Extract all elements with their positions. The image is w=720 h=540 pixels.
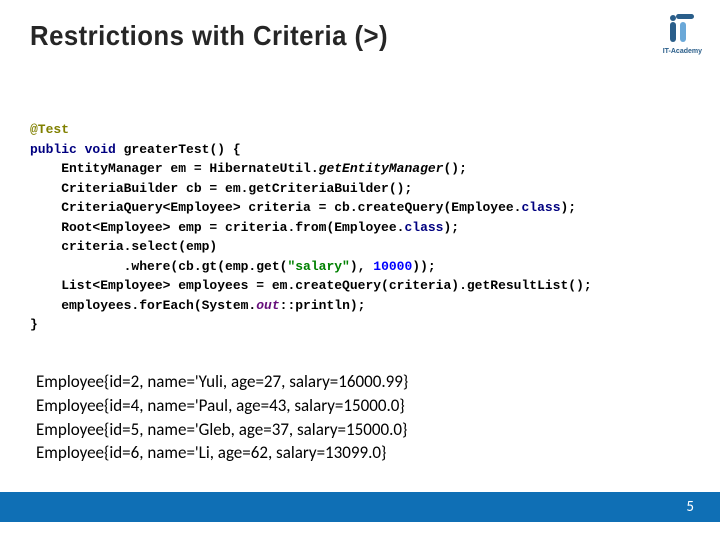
- code-text: greaterTest() {: [124, 142, 241, 157]
- code-text: );: [443, 220, 459, 235]
- code-text: ));: [412, 259, 435, 274]
- it-academy-icon: [665, 12, 699, 46]
- footer-bar: [0, 492, 720, 522]
- output-line: Employee{id=4, name='Paul, age=43, salar…: [36, 394, 408, 418]
- code-static-call: getEntityManager: [319, 161, 444, 176]
- code-text: criteria.select(emp): [30, 239, 217, 254]
- output-line: Employee{id=6, name='Li, age=62, salary=…: [36, 441, 408, 465]
- code-text: .where(cb.gt(emp.get(: [30, 259, 287, 274]
- code-field: out: [256, 298, 279, 313]
- code-text: Root<Employee> emp = criteria.from(Emplo…: [30, 220, 404, 235]
- code-annotation: @Test: [30, 122, 69, 137]
- output-block: Employee{id=2, name='Yuli, age=27, salar…: [36, 370, 408, 465]
- code-text: List<Employee> employees = em.createQuer…: [30, 278, 592, 293]
- code-text: }: [30, 317, 38, 332]
- code-text: ),: [350, 259, 373, 274]
- code-text: ();: [443, 161, 466, 176]
- output-line: Employee{id=2, name='Yuli, age=27, salar…: [36, 370, 408, 394]
- code-text: employees.forEach(System.: [30, 298, 256, 313]
- code-keyword: class: [521, 200, 560, 215]
- code-keyword: public void: [30, 142, 124, 157]
- output-line: Employee{id=5, name='Gleb, age=37, salar…: [36, 418, 408, 442]
- logo: IT-Academy: [663, 12, 702, 55]
- code-text: CriteriaQuery<Employee> criteria = cb.cr…: [30, 200, 521, 215]
- logo-label: IT-Academy: [663, 48, 702, 55]
- code-text: CriteriaBuilder cb = em.getCriteriaBuild…: [30, 181, 412, 196]
- page-number: 5: [686, 498, 694, 516]
- code-number: 10000: [373, 259, 412, 274]
- code-block: @Test public void greaterTest() { Entity…: [30, 120, 592, 335]
- code-string: "salary": [287, 259, 349, 274]
- slide-title: Restrictions with Criteria (>): [30, 20, 388, 52]
- code-text: ::println);: [280, 298, 366, 313]
- code-text: EntityManager em = HibernateUtil.: [30, 161, 319, 176]
- code-text: );: [561, 200, 577, 215]
- code-keyword: class: [404, 220, 443, 235]
